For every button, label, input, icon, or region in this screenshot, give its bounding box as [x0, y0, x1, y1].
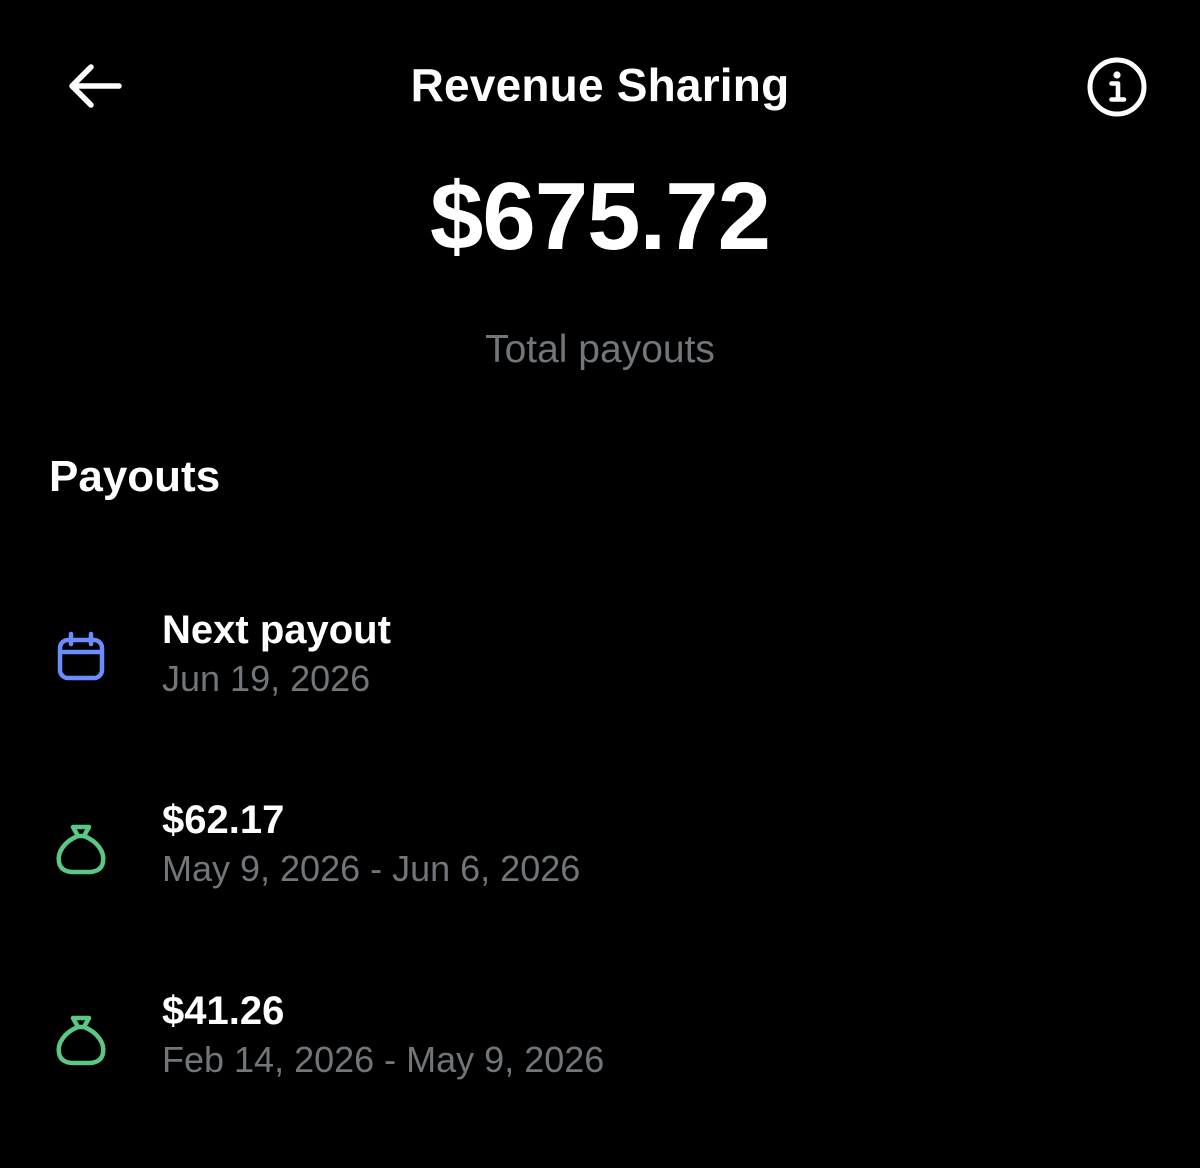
payout-amount: $62.17	[162, 798, 285, 842]
next-payout-label: Next payout	[162, 608, 391, 652]
payout-period: May 9, 2026 - Jun 6, 2026	[162, 848, 581, 889]
money-bag-icon	[46, 1005, 116, 1075]
next-payout-row[interactable]: Next payout Jun 19, 2026	[0, 602, 1200, 712]
revenue-sharing-screen: Revenue Sharing $675.72 Total payouts Pa…	[0, 0, 1200, 1168]
payout-row[interactable]: $62.17 May 9, 2026 - Jun 6, 2026	[0, 792, 1200, 902]
info-circle-icon	[1087, 57, 1147, 117]
next-payout-date: Jun 19, 2026	[162, 658, 371, 699]
calendar-icon	[46, 624, 116, 694]
payout-row[interactable]: $41.26 Feb 14, 2026 - May 9, 2026	[0, 983, 1200, 1093]
total-payouts-amount: $675.72	[429, 163, 771, 270]
total-payouts-label: Total payouts	[485, 328, 715, 371]
money-bag-icon	[46, 814, 116, 884]
payouts-section-title: Payouts	[49, 452, 221, 501]
info-button[interactable]	[1084, 54, 1150, 120]
top-bar: Revenue Sharing	[0, 40, 1200, 132]
payout-period: Feb 14, 2026 - May 9, 2026	[162, 1039, 605, 1080]
payout-amount: $41.26	[162, 989, 285, 1033]
page-title: Revenue Sharing	[410, 59, 790, 111]
